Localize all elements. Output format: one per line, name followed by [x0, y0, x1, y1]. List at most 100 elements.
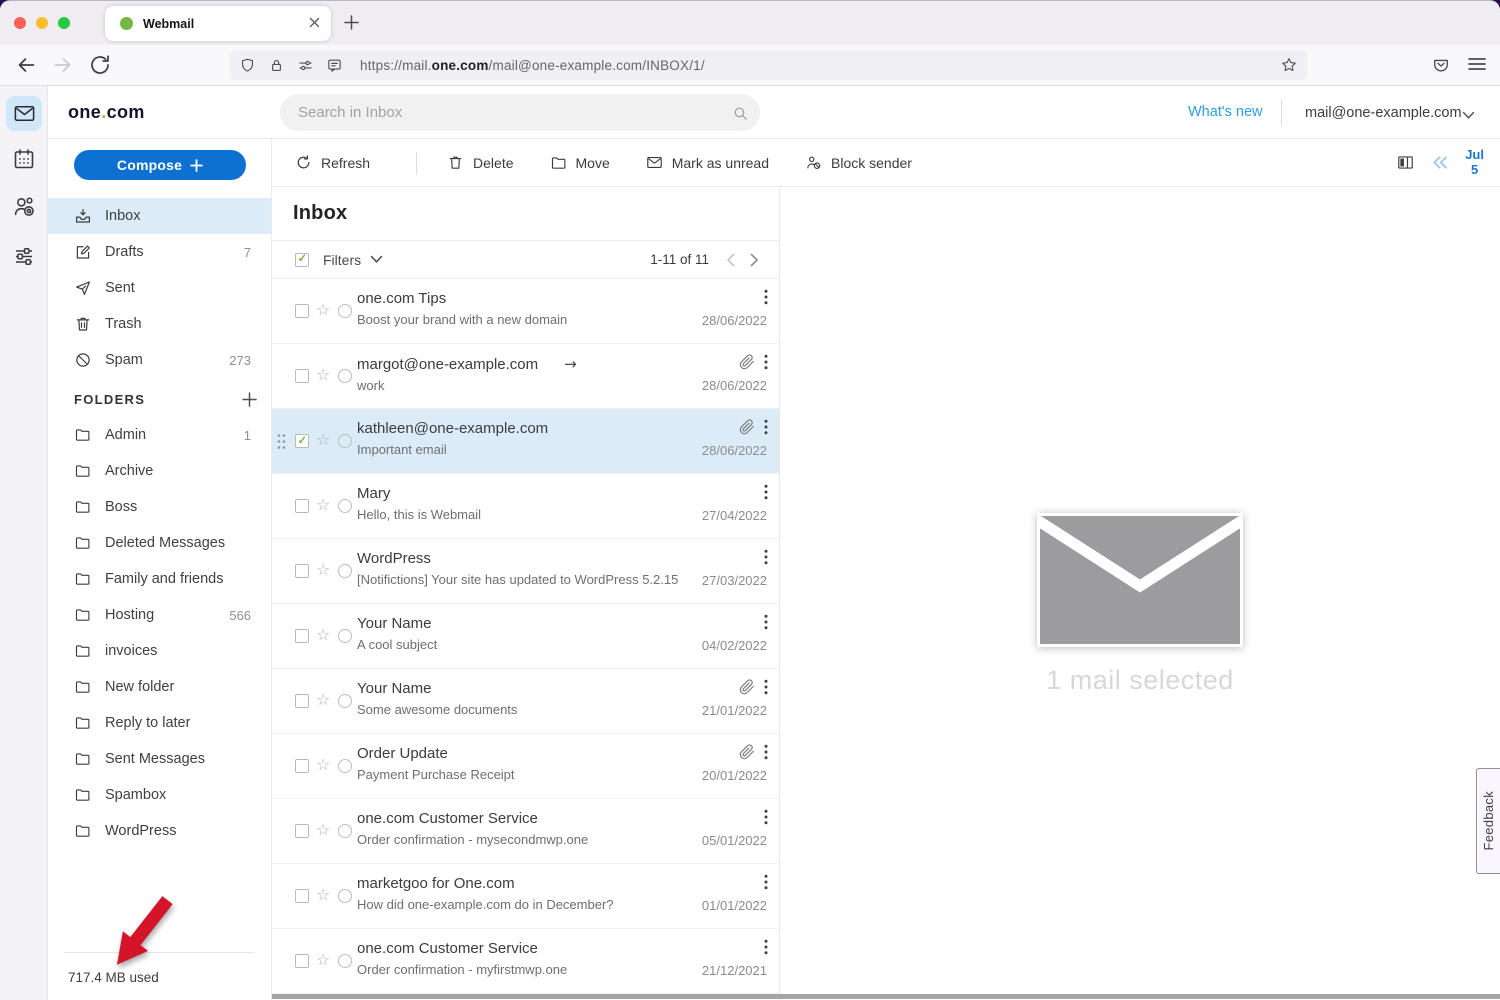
read-indicator[interactable]	[338, 889, 352, 903]
shield-icon[interactable]	[239, 57, 256, 74]
email-checkbox[interactable]	[295, 694, 309, 708]
forward-icon[interactable]	[51, 53, 75, 77]
row-menu-kebab-icon[interactable]	[764, 809, 768, 825]
email-row[interactable]: ☆ one.com Customer Service Order confirm…	[272, 929, 779, 994]
star-icon[interactable]: ☆	[316, 887, 330, 903]
row-menu-kebab-icon[interactable]	[764, 744, 768, 760]
next-page-icon[interactable]	[750, 253, 759, 267]
feedback-tab[interactable]: Feedback	[1476, 768, 1500, 874]
sidebar-folder-item[interactable]: invoices	[48, 633, 271, 669]
row-menu-kebab-icon[interactable]	[764, 354, 768, 370]
row-menu-kebab-icon[interactable]	[764, 289, 768, 305]
email-row[interactable]: ☆ Mary Hello, this is Webmail 27/04/2022	[272, 474, 779, 539]
row-menu-kebab-icon[interactable]	[764, 484, 768, 500]
collapse-calendar-icon[interactable]	[1430, 154, 1450, 171]
star-icon[interactable]: ☆	[316, 562, 330, 578]
rail-contacts-icon[interactable]	[12, 194, 37, 219]
new-tab-icon[interactable]	[343, 14, 360, 31]
account-email[interactable]: mail@one-example.com	[1305, 105, 1462, 121]
email-checkbox[interactable]	[295, 564, 309, 578]
sidebar-item-trash[interactable]: Trash	[48, 306, 271, 342]
email-checkbox[interactable]	[295, 629, 309, 643]
email-row[interactable]: ☆ Your Name A cool subject 04/02/2022	[272, 604, 779, 669]
mark-as-unread-button[interactable]: Mark as unread	[646, 154, 769, 171]
lock-icon[interactable]	[268, 57, 285, 74]
whats-new-link[interactable]: What's new	[1188, 104, 1263, 120]
rail-calendar-icon[interactable]	[12, 147, 36, 171]
star-icon[interactable]: ☆	[316, 627, 330, 643]
sidebar-item-drafts[interactable]: Drafts 7	[48, 234, 271, 270]
star-icon[interactable]: ☆	[316, 367, 330, 383]
reload-icon[interactable]	[88, 53, 112, 77]
email-checkbox[interactable]	[295, 499, 309, 513]
sidebar-folder-item[interactable]: Archive	[48, 453, 271, 489]
sidebar-item-spam[interactable]: Spam 273	[48, 342, 271, 378]
star-icon[interactable]: ☆	[316, 497, 330, 513]
email-checkbox[interactable]	[295, 304, 309, 318]
read-indicator[interactable]	[338, 629, 352, 643]
email-row[interactable]: ☆ Order Update Payment Purchase Receipt …	[272, 734, 779, 799]
read-indicator[interactable]	[338, 759, 352, 773]
bookmark-star-icon[interactable]	[1280, 56, 1298, 74]
sidebar-folder-item[interactable]: Family and friends	[48, 561, 271, 597]
rail-settings-icon[interactable]	[12, 244, 36, 268]
email-row[interactable]: ☆ Your Name Some awesome documents 21/01…	[272, 669, 779, 734]
sidebar-folder-item[interactable]: Boss	[48, 489, 271, 525]
rail-mail-icon[interactable]	[6, 96, 42, 131]
block-sender-button[interactable]: Block sender	[805, 154, 912, 171]
star-icon[interactable]: ☆	[316, 302, 330, 318]
back-icon[interactable]	[14, 53, 38, 77]
email-row[interactable]: ☆ one.com Tips Boost your brand with a n…	[272, 279, 779, 344]
read-indicator[interactable]	[338, 369, 352, 383]
email-row[interactable]: ☆ WordPress [Notifictions] Your site has…	[272, 539, 779, 604]
read-indicator[interactable]	[338, 694, 352, 708]
browser-tab[interactable]: Webmail	[105, 6, 331, 41]
search-input[interactable]	[280, 94, 760, 131]
refresh-button[interactable]: Refresh	[295, 154, 370, 171]
star-icon[interactable]: ☆	[316, 692, 330, 708]
read-indicator[interactable]	[338, 304, 352, 318]
email-checkbox[interactable]	[295, 889, 309, 903]
row-menu-kebab-icon[interactable]	[764, 939, 768, 955]
star-icon[interactable]: ☆	[316, 757, 330, 773]
sidebar-folder-item[interactable]: Admin 1	[48, 417, 271, 453]
row-menu-kebab-icon[interactable]	[764, 614, 768, 630]
sidebar-folder-item[interactable]: Spambox	[48, 777, 271, 813]
move-button[interactable]: Move	[550, 154, 610, 171]
compose-button[interactable]: Compose	[74, 150, 246, 180]
url-bar[interactable]: https://mail.one.com/mail@one-example.co…	[230, 50, 1307, 80]
sidebar-item-sent[interactable]: Sent	[48, 270, 271, 306]
read-indicator[interactable]	[338, 434, 352, 448]
previous-page-icon[interactable]	[726, 253, 735, 267]
drag-handle-icon[interactable]	[277, 433, 286, 450]
sidebar-item-inbox[interactable]: Inbox	[48, 198, 271, 234]
email-row[interactable]: ☆ marketgoo for One.com How did one-exam…	[272, 864, 779, 929]
email-checkbox[interactable]	[295, 824, 309, 838]
read-indicator[interactable]	[338, 954, 352, 968]
permissions-icon[interactable]	[297, 57, 314, 74]
delete-button[interactable]: Delete	[447, 154, 513, 171]
add-folder-icon[interactable]	[242, 392, 257, 407]
email-row[interactable]: ☆ kathleen@one-example.com Important ema…	[272, 409, 779, 474]
pocket-icon[interactable]	[1431, 55, 1451, 75]
account-chevron-down-icon[interactable]	[1462, 111, 1475, 120]
mini-calendar-date[interactable]: Jul 5	[1465, 148, 1484, 178]
close-tab-icon[interactable]	[308, 16, 321, 29]
star-icon[interactable]: ☆	[316, 822, 330, 838]
search-icon[interactable]	[732, 105, 749, 122]
split-view-icon[interactable]	[1396, 153, 1415, 172]
email-row[interactable]: ☆ margot@one-example.com → work 28/06/20…	[272, 344, 779, 409]
reader-notes-icon[interactable]	[326, 57, 343, 74]
star-icon[interactable]: ☆	[316, 432, 330, 448]
read-indicator[interactable]	[338, 564, 352, 578]
sidebar-folder-item[interactable]: Sent Messages	[48, 741, 271, 777]
maximize-window-button[interactable]	[58, 17, 70, 29]
sidebar-folder-item[interactable]: New folder	[48, 669, 271, 705]
select-all-checkbox[interactable]	[295, 253, 309, 267]
email-row[interactable]: ☆ one.com Customer Service Order confirm…	[272, 799, 779, 864]
sidebar-folder-item[interactable]: Deleted Messages	[48, 525, 271, 561]
star-icon[interactable]: ☆	[316, 952, 330, 968]
email-checkbox[interactable]	[295, 954, 309, 968]
sidebar-folder-item[interactable]: WordPress	[48, 813, 271, 849]
filters-label[interactable]: Filters	[323, 252, 361, 268]
